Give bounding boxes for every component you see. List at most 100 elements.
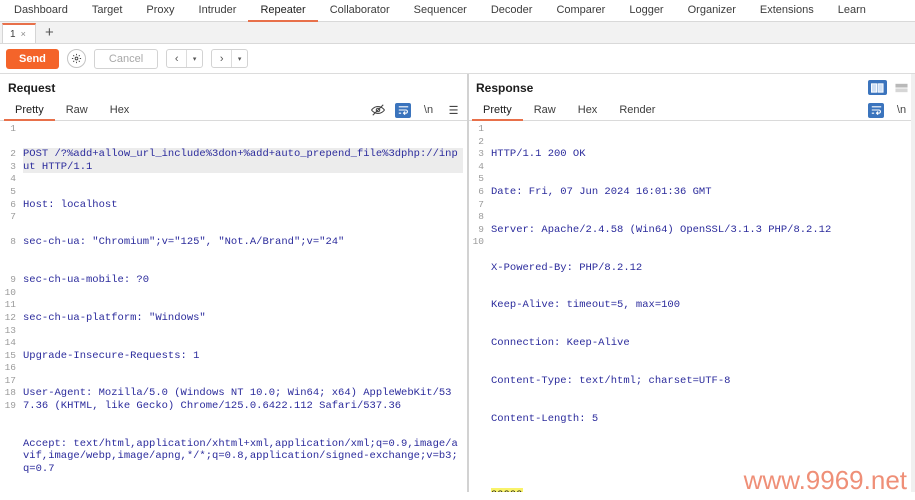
response-content[interactable]: HTTP/1.1 200 OK Date: Fri, 07 Jun 2024 1… — [486, 121, 915, 492]
chevron-down-icon[interactable]: ▾ — [187, 50, 202, 67]
response-view-tabs: Pretty Raw Hex Render \n — [468, 100, 915, 121]
repeater-action-toolbar: Send Cancel ‹ ▾ › ▾ — [0, 44, 915, 74]
close-icon[interactable]: × — [21, 30, 26, 39]
request-panel-title: Request — [0, 74, 467, 100]
request-tab-label: Raw — [66, 104, 88, 116]
response-line: X-Powered-By: PHP/8.2.12 — [491, 262, 911, 275]
response-tab-raw[interactable]: Raw — [523, 100, 567, 121]
word-wrap-icon[interactable] — [395, 103, 411, 118]
gear-icon[interactable] — [67, 49, 86, 68]
nav-tab-label: Learn — [838, 4, 866, 16]
back-arrow-icon[interactable]: ‹ — [167, 50, 186, 67]
response-tab-label: Hex — [578, 104, 598, 116]
request-response-panels: Request Pretty Raw Hex \n ☰ — [0, 74, 915, 492]
response-panel: Response Pretty Raw Hex Render \n 1 2 3 … — [468, 74, 915, 492]
response-tab-render[interactable]: Render — [608, 100, 666, 121]
nav-tab-logger[interactable]: Logger — [617, 0, 675, 22]
request-line: sec-ch-ua-platform: "Windows" — [23, 312, 463, 325]
nav-tab-collaborator[interactable]: Collaborator — [318, 0, 402, 22]
response-line: HTTP/1.1 200 OK — [491, 148, 911, 161]
response-line-numbers: 1 2 3 4 5 6 7 8 9 10 — [468, 121, 486, 492]
request-tab-label: Pretty — [15, 104, 44, 116]
nav-tab-proxy[interactable]: Proxy — [134, 0, 186, 22]
response-body-highlight: aaaaa — [491, 488, 523, 492]
request-tool-icons: \n ☰ — [370, 103, 461, 118]
cancel-button[interactable]: Cancel — [94, 49, 158, 69]
response-line: Date: Fri, 07 Jun 2024 16:01:36 GMT — [491, 186, 911, 199]
go-forward-control: › ▾ — [211, 49, 248, 68]
request-view-tabs: Pretty Raw Hex \n ☰ — [0, 100, 467, 121]
request-line: sec-ch-ua: "Chromium";v="125", "Not.A/Br… — [23, 236, 463, 249]
nav-tab-decoder[interactable]: Decoder — [479, 0, 545, 22]
repeater-tab-label: 1 — [10, 29, 16, 40]
add-tab-icon[interactable]: + — [45, 25, 54, 40]
nav-tab-label: Target — [92, 4, 123, 16]
response-tool-icons: \n — [868, 103, 909, 118]
response-tab-label: Pretty — [483, 104, 512, 116]
response-editor[interactable]: 1 2 3 4 5 6 7 8 9 10 HTTP/1.1 200 OK Dat… — [468, 121, 915, 492]
response-tab-label: Render — [619, 104, 655, 116]
response-line: Content-Length: 5 — [491, 413, 911, 426]
layout-toggle-group — [868, 80, 911, 95]
nav-tab-sequencer[interactable]: Sequencer — [402, 0, 479, 22]
nav-tab-label: Decoder — [491, 4, 533, 16]
nav-tab-label: Sequencer — [414, 4, 467, 16]
response-tab-pretty[interactable]: Pretty — [472, 100, 523, 121]
response-line — [491, 450, 911, 463]
response-line: Keep-Alive: timeout=5, max=100 — [491, 299, 911, 312]
go-back-control: ‹ ▾ — [166, 49, 203, 68]
nav-tab-label: Extensions — [760, 4, 814, 16]
request-tab-raw[interactable]: Raw — [55, 100, 99, 121]
vertical-scrollbar[interactable] — [911, 74, 915, 492]
nav-tab-comparer[interactable]: Comparer — [544, 0, 617, 22]
response-line: Content-Type: text/html; charset=UTF-8 — [491, 375, 911, 388]
panel-divider[interactable] — [468, 74, 469, 492]
send-button[interactable]: Send — [6, 49, 59, 69]
nav-tab-label: Proxy — [146, 4, 174, 16]
nav-tab-target[interactable]: Target — [80, 0, 135, 22]
response-tab-hex[interactable]: Hex — [567, 100, 609, 121]
nav-tab-extensions[interactable]: Extensions — [748, 0, 826, 22]
repeater-tab-1[interactable]: 1 × — [2, 23, 36, 43]
response-panel-title: Response — [468, 74, 915, 100]
side-by-side-layout-icon[interactable] — [868, 80, 887, 95]
nav-tab-learn[interactable]: Learn — [826, 0, 878, 22]
request-editor[interactable]: 123456 78 910111213141516171819 POST /?%… — [0, 121, 467, 492]
nav-tab-organizer[interactable]: Organizer — [676, 0, 748, 22]
nav-tab-label: Organizer — [688, 4, 736, 16]
repeater-tab-strip: 1 × + — [0, 22, 915, 44]
nav-tab-label: Intruder — [199, 4, 237, 16]
request-line: sec-ch-ua-mobile: ?0 — [23, 274, 463, 287]
menu-icon[interactable]: ☰ — [446, 103, 461, 118]
nav-tab-label: Repeater — [260, 4, 305, 16]
request-line: Accept: text/html,application/xhtml+xml,… — [23, 438, 463, 476]
request-line-numbers: 123456 78 910111213141516171819 — [0, 121, 18, 492]
forward-arrow-icon[interactable]: › — [212, 50, 231, 67]
request-tab-hex[interactable]: Hex — [99, 100, 141, 121]
nav-tab-intruder[interactable]: Intruder — [187, 0, 249, 22]
request-panel: Request Pretty Raw Hex \n ☰ — [0, 74, 468, 492]
request-line: User-Agent: Mozilla/5.0 (Windows NT 10.0… — [23, 387, 463, 412]
word-wrap-icon[interactable] — [868, 103, 884, 118]
chevron-down-icon[interactable]: ▾ — [232, 50, 247, 67]
nav-tab-label: Collaborator — [330, 4, 390, 16]
eye-slash-icon[interactable] — [370, 103, 385, 118]
main-navigation-bar: Dashboard Target Proxy Intruder Repeater… — [0, 0, 915, 22]
nav-tab-label: Comparer — [556, 4, 605, 16]
stacked-layout-icon[interactable] — [892, 80, 911, 95]
newline-icon[interactable]: \n — [894, 103, 909, 118]
newline-icon[interactable]: \n — [421, 103, 436, 118]
request-line: Host: localhost — [23, 199, 463, 212]
response-body-wrapper: aaaaa — [491, 488, 911, 492]
nav-tab-label: Logger — [629, 4, 663, 16]
request-line: Upgrade-Insecure-Requests: 1 — [23, 350, 463, 363]
response-line: Server: Apache/2.4.58 (Win64) OpenSSL/3.… — [491, 224, 911, 237]
request-tab-pretty[interactable]: Pretty — [4, 100, 55, 121]
nav-tab-repeater[interactable]: Repeater — [248, 0, 317, 22]
request-content[interactable]: POST /?%add+allow_url_include%3don+%add+… — [18, 121, 467, 492]
nav-tab-label: Dashboard — [14, 4, 68, 16]
response-line: Connection: Keep-Alive — [491, 337, 911, 350]
request-tab-label: Hex — [110, 104, 130, 116]
response-tab-label: Raw — [534, 104, 556, 116]
nav-tab-dashboard[interactable]: Dashboard — [2, 0, 80, 22]
